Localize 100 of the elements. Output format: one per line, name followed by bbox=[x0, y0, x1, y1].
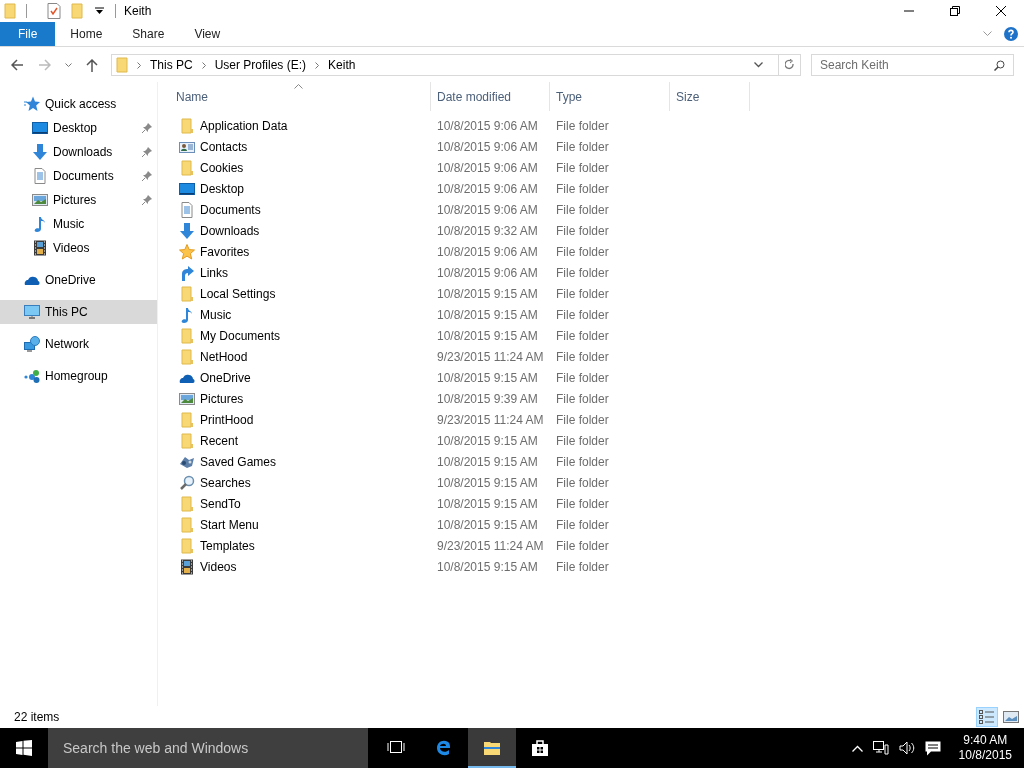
type-cell-text: File folder bbox=[555, 139, 610, 154]
file-name[interactable]: Videos bbox=[200, 559, 237, 574]
file-name[interactable]: My Documents bbox=[200, 328, 281, 343]
breadcrumb[interactable]: Keith bbox=[328, 58, 356, 72]
details-view-button[interactable] bbox=[976, 707, 998, 727]
file-name[interactable]: Local Settings bbox=[200, 286, 276, 301]
folder-icon bbox=[179, 537, 195, 554]
nav-label: Music bbox=[53, 217, 85, 231]
column-header[interactable]: Size bbox=[670, 82, 750, 111]
expand-ribbon-icon[interactable] bbox=[983, 31, 992, 37]
film-icon bbox=[32, 240, 48, 256]
type-cell-text: File folder bbox=[555, 538, 610, 553]
file-name[interactable]: Application Data bbox=[200, 118, 288, 133]
search-field[interactable]: Search Keith bbox=[811, 54, 1014, 76]
nav-item[interactable]: Documents bbox=[0, 164, 157, 188]
breadcrumb[interactable]: User Profiles (E:) bbox=[214, 58, 307, 72]
properties-icon[interactable] bbox=[47, 3, 61, 19]
file-name[interactable]: Saved Games bbox=[200, 454, 277, 469]
recent-locations-icon[interactable] bbox=[65, 62, 72, 68]
file-name[interactable]: PrintHood bbox=[200, 412, 254, 427]
type-cell-text: File folder bbox=[555, 349, 610, 364]
folder-icon bbox=[179, 432, 195, 449]
address-field[interactable]: This PC User Profiles (E:) Keith bbox=[111, 54, 779, 76]
file-tab[interactable]: File bbox=[0, 22, 56, 46]
file-name[interactable]: Music bbox=[200, 307, 232, 322]
clock-date[interactable]: 10/8/2015 bbox=[958, 748, 1012, 763]
monitor-icon bbox=[179, 180, 195, 197]
file-name[interactable]: Documents bbox=[200, 202, 261, 217]
date-cell-text: 10/8/2015 9:15 AM bbox=[436, 370, 539, 385]
nav-item[interactable]: Quick access bbox=[0, 92, 157, 116]
nav-item[interactable]: OneDrive bbox=[0, 268, 157, 292]
nav-item[interactable]: Videos bbox=[0, 236, 157, 260]
search-icon bbox=[994, 59, 1005, 71]
folder-icon bbox=[179, 411, 195, 428]
nav-item[interactable]: This PC bbox=[0, 300, 157, 324]
column-header[interactable]: Type bbox=[550, 82, 670, 111]
close-icon bbox=[996, 6, 1006, 16]
file-name[interactable]: Downloads bbox=[200, 223, 260, 238]
item-count: 22 items bbox=[14, 710, 60, 724]
date-cell-text: 10/8/2015 9:15 AM bbox=[436, 559, 539, 574]
file-name[interactable]: Links bbox=[200, 265, 228, 280]
file-name[interactable]: Cookies bbox=[200, 160, 244, 175]
type-cell-text: File folder bbox=[555, 517, 610, 532]
nav-item[interactable]: Pictures bbox=[0, 188, 157, 212]
date-cell-text: 10/8/2015 9:06 AM bbox=[436, 265, 539, 280]
ribbon-tab[interactable]: Home bbox=[55, 22, 118, 46]
nav-item[interactable]: Music bbox=[0, 212, 157, 236]
file-explorer-button[interactable] bbox=[468, 728, 516, 768]
network-icon[interactable] bbox=[872, 741, 889, 755]
address-dropdown-icon[interactable] bbox=[754, 62, 763, 68]
type-cell-text: File folder bbox=[555, 328, 610, 343]
type-cell-text: File folder bbox=[555, 496, 610, 511]
nav-label: Network bbox=[45, 337, 89, 351]
film-icon bbox=[179, 558, 195, 575]
file-name[interactable]: Searches bbox=[200, 475, 251, 490]
help-icon[interactable] bbox=[1004, 27, 1018, 41]
notifications-icon[interactable] bbox=[924, 740, 941, 756]
nav-item[interactable]: Desktop bbox=[0, 116, 157, 140]
refresh-button[interactable] bbox=[779, 54, 801, 76]
folder-icon bbox=[483, 739, 501, 757]
file-name[interactable]: SendTo bbox=[200, 496, 241, 511]
up-arrow-icon[interactable] bbox=[86, 58, 98, 72]
type-cell-text: File folder bbox=[555, 223, 610, 238]
file-name[interactable]: Recent bbox=[200, 433, 239, 448]
column-header[interactable]: Name bbox=[158, 82, 431, 111]
search-placeholder: Search Keith bbox=[820, 58, 889, 72]
computer-icon bbox=[24, 304, 40, 320]
speaker-icon[interactable] bbox=[898, 741, 915, 755]
date-cell-text: 10/8/2015 9:15 AM bbox=[436, 307, 539, 322]
back-arrow-icon[interactable] bbox=[11, 59, 24, 71]
file-name[interactable]: Contacts bbox=[200, 139, 248, 154]
file-name[interactable]: NetHood bbox=[200, 349, 248, 364]
file-name[interactable]: Favorites bbox=[200, 244, 250, 259]
file-name[interactable]: Start Menu bbox=[200, 517, 259, 532]
nav-item[interactable]: Downloads bbox=[0, 140, 157, 164]
clock-time[interactable]: 9:40 AM bbox=[963, 733, 1008, 748]
file-name[interactable]: Templates bbox=[200, 538, 255, 553]
folder-icon bbox=[179, 285, 195, 302]
type-cell-text: File folder bbox=[555, 559, 610, 574]
date-cell-text: 10/8/2015 9:06 AM bbox=[436, 139, 539, 154]
date-cell-text: 10/8/2015 9:15 AM bbox=[436, 496, 539, 511]
dropdown-icon[interactable] bbox=[95, 7, 104, 15]
nav-item[interactable]: Homegroup bbox=[0, 364, 157, 388]
column-header[interactable]: Date modified bbox=[431, 82, 550, 111]
ribbon-tab[interactable]: Share bbox=[117, 22, 180, 46]
chevron-right-icon bbox=[315, 61, 320, 69]
taskbar-search-field[interactable]: Search the web and Windows bbox=[48, 728, 368, 768]
file-name[interactable]: OneDrive bbox=[200, 370, 251, 385]
file-name[interactable]: Desktop bbox=[200, 181, 245, 196]
file-name[interactable]: Pictures bbox=[200, 391, 244, 406]
breadcrumb[interactable]: This PC bbox=[150, 58, 193, 72]
document-icon bbox=[179, 201, 195, 218]
ribbon-tab[interactable]: View bbox=[179, 22, 236, 46]
folder-icon bbox=[179, 117, 195, 134]
folder-icon bbox=[179, 495, 195, 512]
nav-item[interactable]: Network bbox=[0, 332, 157, 356]
nav-label: Desktop bbox=[53, 121, 98, 135]
chevron-up-icon[interactable] bbox=[851, 744, 863, 752]
large-icons-view-icon bbox=[1003, 710, 1019, 724]
type-cell-text: File folder bbox=[555, 412, 610, 427]
